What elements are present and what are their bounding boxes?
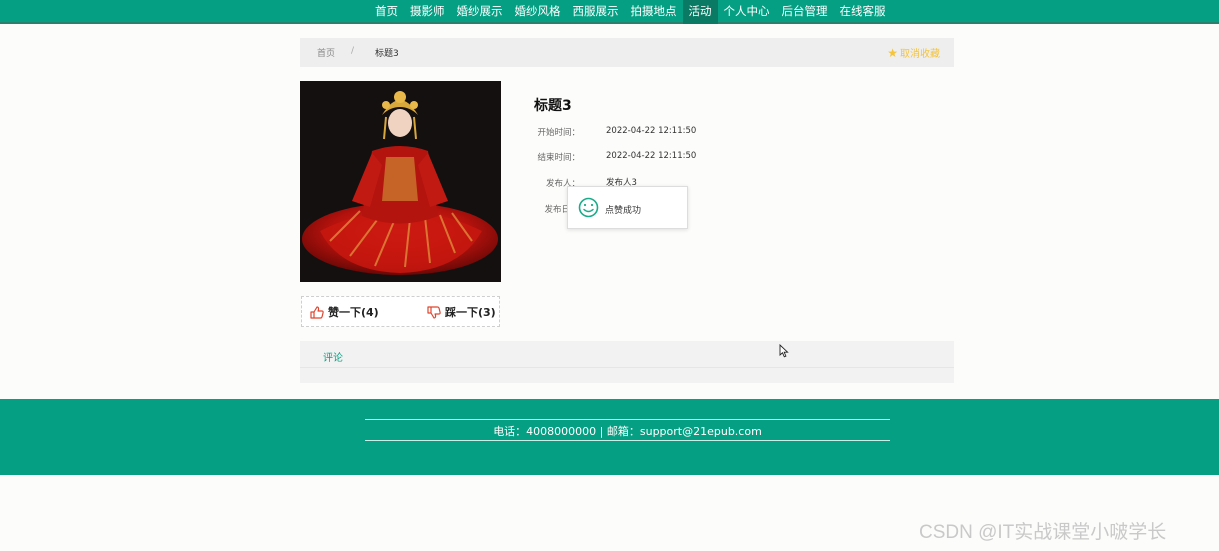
dislike-button[interactable]: 踩一下(3): [427, 304, 496, 320]
nav-item-photographers[interactable]: 摄影师: [404, 0, 451, 24]
vote-panel: 赞一下(4) 踩一下(3): [301, 296, 500, 327]
mouse-cursor-icon: [779, 344, 789, 358]
breadcrumb-current: 标题3: [375, 49, 399, 59]
nav-item-admin[interactable]: 后台管理: [776, 0, 834, 24]
comment-tab-header: 评论: [300, 341, 954, 368]
thumbs-up-icon: [310, 305, 324, 319]
breadcrumb-separator: /: [351, 46, 355, 56]
start-time-label: 开始时间：: [537, 128, 580, 138]
nav-item-online-support[interactable]: 在线客服: [834, 0, 892, 24]
footer: 电话：4008000000 | 邮箱：support@21epub.com: [0, 399, 1219, 475]
nav-item-dress-showcase[interactable]: 婚纱展示: [451, 0, 509, 24]
footer-divider-bottom: [365, 440, 890, 441]
activity-title: 标题3: [534, 98, 572, 114]
comment-section: 评论: [300, 341, 954, 383]
unfavorite-button[interactable]: ★ 取消收藏: [887, 45, 940, 61]
footer-divider-top: [365, 419, 890, 420]
thumbs-down-icon: [427, 305, 441, 319]
end-time-label: 结束时间：: [537, 153, 580, 163]
nav-menu: 首页 摄影师 婚纱展示 婚纱风格 西服展示 拍摄地点 活动 个人中心 后台管理 …: [369, 0, 892, 24]
dislike-label: 踩一下(3): [445, 306, 496, 319]
smile-icon: [578, 197, 599, 218]
publish-date-label: 发布日: [544, 205, 570, 215]
nav-item-personal-center[interactable]: 个人中心: [718, 0, 776, 24]
nav-item-locations[interactable]: 拍摄地点: [625, 0, 683, 24]
top-nav-bar: 首页 摄影师 婚纱展示 婚纱风格 西服展示 拍摄地点 活动 个人中心 后台管理 …: [0, 0, 1219, 24]
nav-item-suits[interactable]: 西服展示: [567, 0, 625, 24]
tab-comments[interactable]: 评论: [323, 349, 343, 364]
watermark: CSDN @IT实战课堂小啵学长: [919, 522, 1167, 543]
end-time-value: 2022-04-22 12:11:50: [606, 151, 697, 161]
start-time-value: 2022-04-22 12:11:50: [606, 126, 697, 136]
activity-image: [300, 81, 501, 282]
unfavorite-label: 取消收藏: [900, 49, 940, 60]
bride-photo-illustration: [300, 81, 501, 282]
breadcrumb: 首页 / 标题3 ★ 取消收藏: [300, 38, 954, 67]
like-button[interactable]: 赞一下(4): [310, 304, 379, 320]
toast-message: 点赞成功: [605, 206, 642, 216]
nav-item-activities[interactable]: 活动: [682, 0, 718, 24]
success-toast: 点赞成功: [567, 186, 688, 229]
nav-item-home[interactable]: 首页: [369, 0, 404, 24]
footer-contact: 电话：4008000000 | 邮箱：support@21epub.com: [493, 425, 762, 438]
star-icon: ★: [887, 45, 898, 60]
like-label: 赞一下(4): [328, 306, 379, 319]
breadcrumb-home-link[interactable]: 首页: [317, 46, 335, 59]
nav-item-dress-styles[interactable]: 婚纱风格: [509, 0, 567, 24]
